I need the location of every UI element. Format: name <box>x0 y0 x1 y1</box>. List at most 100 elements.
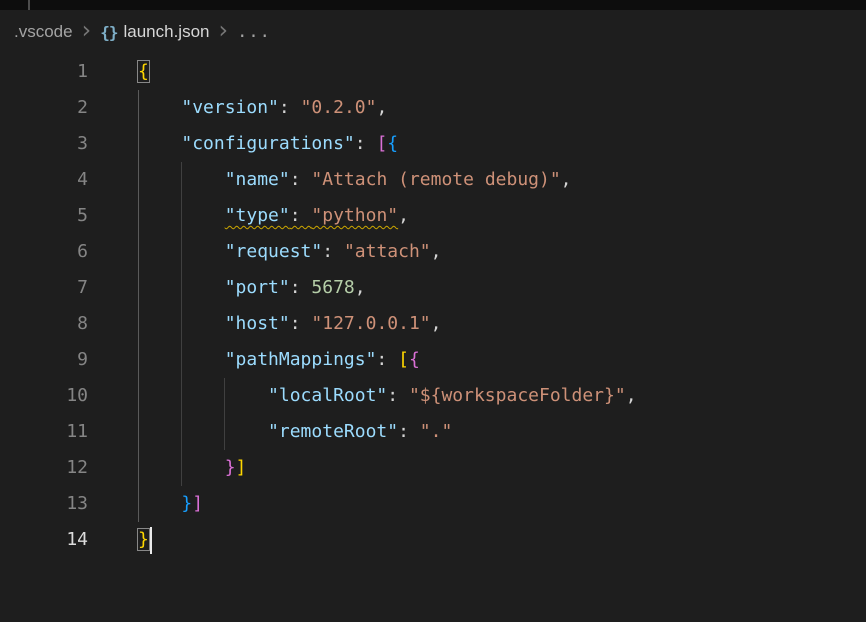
code-token: , <box>431 313 442 334</box>
line-number[interactable]: 3 <box>0 126 88 162</box>
code-token: "." <box>420 421 453 442</box>
indent-guide <box>181 378 182 414</box>
chevron-right-icon: › <box>216 20 230 44</box>
code-token: : <box>387 385 409 406</box>
line-number[interactable]: 5 <box>0 198 88 234</box>
indent-guide <box>138 162 139 198</box>
code-token: { <box>409 349 420 370</box>
code-token: : <box>279 97 301 118</box>
code-token: "version" <box>181 97 279 118</box>
breadcrumb-file-label: launch.json <box>123 22 209 42</box>
indent-guide <box>138 378 139 414</box>
line-number[interactable]: 12 <box>0 450 88 486</box>
line-number[interactable]: 4 <box>0 162 88 198</box>
indent-guide <box>138 306 139 342</box>
line-number[interactable]: 9 <box>0 342 88 378</box>
code-line[interactable]: 9 "pathMappings": [{ <box>0 342 866 378</box>
code-line[interactable]: 13 }] <box>0 486 866 522</box>
indent-guide <box>181 414 182 450</box>
code-token: ] <box>192 493 203 514</box>
code-line[interactable]: 11 "remoteRoot": "." <box>0 414 866 450</box>
code-text: "type": "python", <box>138 198 409 234</box>
code-line[interactable]: 8 "host": "127.0.0.1", <box>0 306 866 342</box>
indent-guide <box>181 450 182 486</box>
code-area[interactable]: 1{2 "version": "0.2.0",3 "configurations… <box>0 54 866 558</box>
code-token <box>138 133 181 154</box>
line-number[interactable]: 13 <box>0 486 88 522</box>
code-token: { <box>387 133 398 154</box>
code-token <box>138 97 181 118</box>
code-text: "name": "Attach (remote debug)", <box>138 162 572 198</box>
code-token: "configurations" <box>181 133 354 154</box>
code-token <box>138 421 268 442</box>
code-text: "pathMappings": [{ <box>138 342 420 378</box>
indent-guide <box>181 306 182 342</box>
indent-guide <box>138 342 139 378</box>
line-number[interactable]: 10 <box>0 378 88 414</box>
breadcrumb-item-folder[interactable]: .vscode <box>14 22 73 42</box>
code-line[interactable]: 4 "name": "Attach (remote debug)", <box>0 162 866 198</box>
code-line[interactable]: 6 "request": "attach", <box>0 234 866 270</box>
code-token: : <box>398 421 420 442</box>
code-token <box>138 385 268 406</box>
code-line[interactable]: 14} <box>0 522 866 558</box>
indent-guide <box>138 270 139 306</box>
code-token: : <box>290 277 312 298</box>
indent-guide <box>138 198 139 234</box>
indent-guide <box>138 414 139 450</box>
warning-squiggle-token: "python" <box>311 205 398 226</box>
code-text: "host": "127.0.0.1", <box>138 306 441 342</box>
code-line[interactable]: 3 "configurations": [{ <box>0 126 866 162</box>
code-token: , <box>398 205 409 226</box>
code-line[interactable]: 12 }] <box>0 450 866 486</box>
line-number[interactable]: 2 <box>0 90 88 126</box>
breadcrumb-item-more[interactable]: ... <box>237 22 271 42</box>
breadcrumb-item-file[interactable]: {} launch.json <box>100 22 209 42</box>
indent-guide <box>181 198 182 234</box>
line-number[interactable]: 1 <box>0 54 88 90</box>
code-line[interactable]: 10 "localRoot": "${workspaceFolder}", <box>0 378 866 414</box>
line-number[interactable]: 8 <box>0 306 88 342</box>
line-number[interactable]: 7 <box>0 270 88 306</box>
code-token: : <box>290 313 312 334</box>
indent-guide <box>181 162 182 198</box>
json-braces-icon: {} <box>100 23 117 42</box>
code-token: , <box>561 169 572 190</box>
code-token: , <box>355 277 366 298</box>
code-token <box>138 493 181 514</box>
code-line[interactable]: 2 "version": "0.2.0", <box>0 90 866 126</box>
code-token: "request" <box>225 241 323 262</box>
code-line[interactable]: 7 "port": 5678, <box>0 270 866 306</box>
indent-guide <box>181 270 182 306</box>
code-text: "configurations": [{ <box>138 126 398 162</box>
code-token: "remoteRoot" <box>268 421 398 442</box>
code-token: "name" <box>225 169 290 190</box>
matched-bracket: { <box>138 61 149 82</box>
code-line[interactable]: 1{ <box>0 54 866 90</box>
indent-guide <box>181 234 182 270</box>
code-token: "127.0.0.1" <box>311 313 430 334</box>
code-token: "attach" <box>344 241 431 262</box>
line-number[interactable]: 14 <box>0 522 88 558</box>
warning-squiggle-token: : <box>290 205 312 226</box>
code-token: "${workspaceFolder}" <box>409 385 626 406</box>
indent-guide <box>138 126 139 162</box>
indent-guide <box>138 486 139 522</box>
chevron-right-icon: › <box>80 20 94 44</box>
code-token: "pathMappings" <box>225 349 377 370</box>
code-token: } <box>225 457 236 478</box>
code-token: "host" <box>225 313 290 334</box>
code-text: "localRoot": "${workspaceFolder}", <box>138 378 637 414</box>
indent-guide <box>138 90 139 126</box>
code-text: { <box>138 54 149 90</box>
code-token: } <box>181 493 192 514</box>
code-token: 5678 <box>311 277 354 298</box>
code-token: : <box>290 169 312 190</box>
code-line[interactable]: 5 "type": "python", <box>0 198 866 234</box>
code-token: , <box>376 97 387 118</box>
matched-bracket: } <box>138 529 149 550</box>
code-token: [ <box>376 133 387 154</box>
line-number[interactable]: 11 <box>0 414 88 450</box>
line-number[interactable]: 6 <box>0 234 88 270</box>
indent-guide <box>138 450 139 486</box>
